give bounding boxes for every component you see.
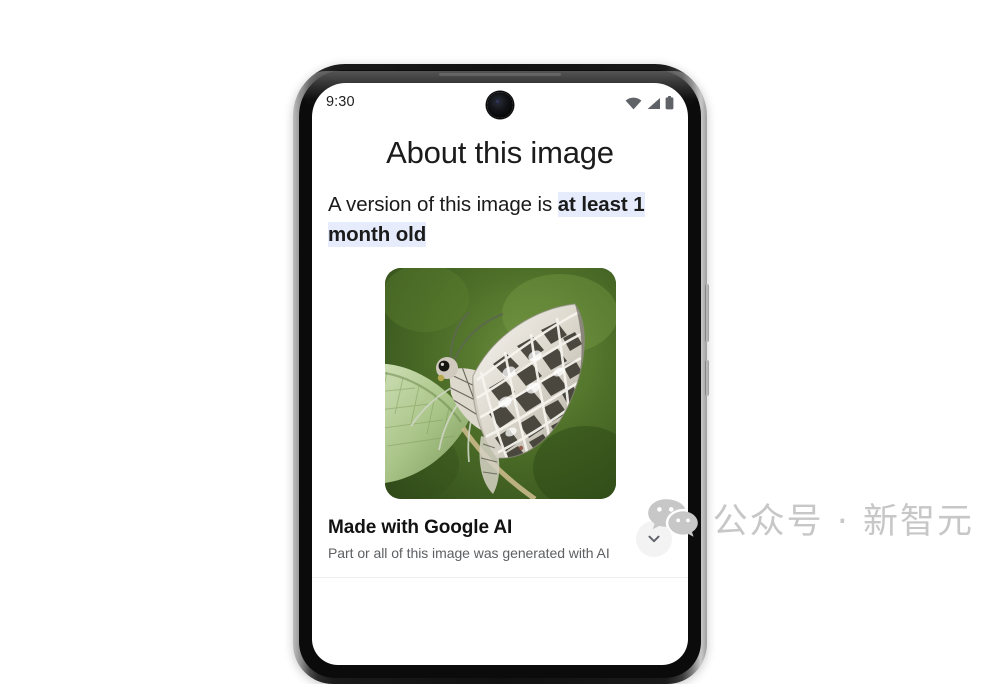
page-title: About this image [386,135,614,170]
battery-icon [665,96,674,110]
image-preview-container [312,268,688,499]
status-bar: 9:30 [312,83,688,125]
volume-button[interactable] [705,284,709,342]
phone-mockup: 9:30 About this image A version of this … [293,64,709,684]
section-divider [312,577,688,578]
wifi-icon [625,97,642,110]
status-bar-icons [625,96,674,110]
image-age-notice-prefix: A version of this image is [328,193,558,216]
ai-disclosure-title: Made with Google AI [328,517,513,538]
ai-disclosure-subtitle: Part or all of this image was generated … [328,545,610,561]
status-bar-clock: 9:30 [326,94,355,110]
cellular-signal-icon [646,97,661,110]
watermark-text: 公众号 · 新智元 [712,502,974,542]
image-age-notice: A version of this image is at least 1 mo… [328,190,672,250]
butterfly-photo[interactable] [384,268,616,499]
earpiece-speaker [439,73,561,76]
phone-screen: 9:30 About this image A version of this … [312,83,688,665]
watermark: 公众号 · 新智元 [647,493,974,544]
wechat-logo-icon [647,497,699,541]
ai-disclosure-row[interactable]: Made with Google AI Part or all of this … [328,517,672,561]
front-camera-punch-hole-icon [487,92,513,118]
ai-disclosure-texts: Made with Google AI Part or all of this … [328,517,636,561]
power-button[interactable] [705,360,709,396]
